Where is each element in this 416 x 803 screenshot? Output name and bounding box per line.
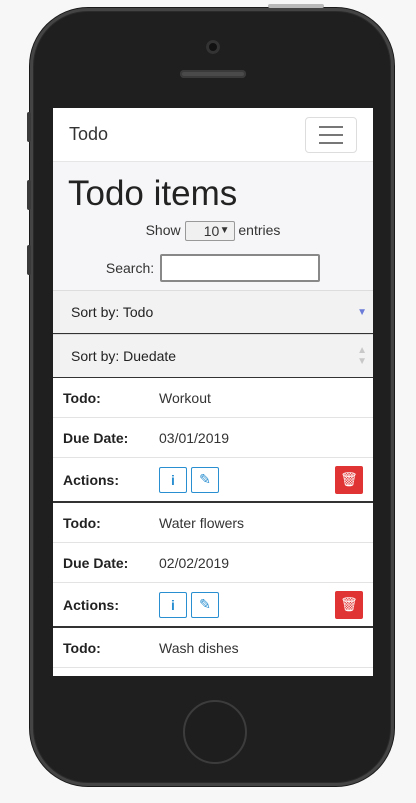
speaker-grille	[180, 70, 246, 78]
volume-up-button	[27, 180, 31, 210]
pencil-icon[interactable]: ✎	[191, 591, 219, 618]
info-icon[interactable]: i	[159, 466, 187, 493]
sort-icon: ▲ ▼	[357, 345, 367, 367]
actions-label: Actions:	[63, 471, 119, 488]
search-label: Search:	[105, 260, 155, 276]
todo-list: Todo: Workout Due Date: 03/01/2019 Actio…	[53, 378, 373, 668]
dropdown-arrow-icon: ▼	[219, 225, 230, 237]
sort-by-duedate[interactable]: Sort by: Duedate ▲ ▼	[53, 334, 373, 378]
todo-row: Todo: Water flowers	[53, 503, 373, 543]
mute-switch	[27, 112, 31, 142]
camera-icon	[206, 40, 220, 54]
info-icon[interactable]: i	[159, 591, 187, 618]
todo-label: Todo:	[63, 389, 101, 406]
todo-value: Workout	[159, 389, 211, 406]
todo-row: Todo: Wash dishes	[53, 628, 373, 668]
due-date-value: 03/01/2019	[159, 429, 230, 446]
todo-row: Todo: Workout	[53, 378, 373, 418]
due-date-row: Due Date: 03/01/2019	[53, 418, 373, 458]
actions-label: Actions:	[63, 596, 119, 613]
show-label: Show	[145, 222, 181, 238]
pencil-icon[interactable]: ✎	[191, 466, 219, 493]
actions-row: Actions: i ✎ 🗑	[53, 458, 373, 503]
power-button	[268, 4, 324, 8]
entries-label: entries	[238, 222, 281, 238]
home-button[interactable]	[183, 700, 247, 764]
due-date-row: Due Date: 02/02/2019	[53, 543, 373, 583]
hamburger-icon[interactable]	[305, 116, 357, 153]
sort-by-todo[interactable]: Sort by: Todo ▼	[53, 290, 373, 334]
sort-by-duedate-label: Sort by: Duedate	[71, 348, 177, 364]
page-title: Todo items	[68, 174, 238, 213]
search-input[interactable]	[160, 254, 321, 282]
navbar: Todo	[53, 108, 373, 162]
due-date-label: Due Date:	[63, 429, 129, 446]
page-size-select[interactable]: 10 ▼	[184, 221, 235, 242]
trash-icon[interactable]: 🗑	[335, 590, 363, 619]
todo-value: Wash dishes	[159, 639, 239, 656]
trash-icon[interactable]: 🗑	[335, 465, 363, 494]
sort-by-todo-label: Sort by: Todo	[71, 304, 154, 320]
page-length-control: Show 10 ▼ entries	[53, 214, 373, 246]
navbar-brand[interactable]: Todo	[69, 124, 108, 145]
actions-row: Actions: i ✎ 🗑	[53, 583, 373, 628]
app-screen: Todo Todo items Show 10 ▼ entries Search…	[53, 108, 373, 676]
search-control: Search:	[53, 246, 373, 290]
todo-label: Todo:	[63, 639, 101, 656]
todo-label: Todo:	[63, 514, 101, 531]
due-date-label: Due Date:	[63, 554, 129, 571]
volume-down-button	[27, 245, 31, 275]
due-date-value: 02/02/2019	[159, 554, 230, 571]
sort-desc-icon: ▼	[357, 306, 367, 318]
table-header-area: Todo items Show 10 ▼ entries Search: Sor…	[53, 162, 373, 378]
todo-value: Water flowers	[159, 514, 245, 531]
